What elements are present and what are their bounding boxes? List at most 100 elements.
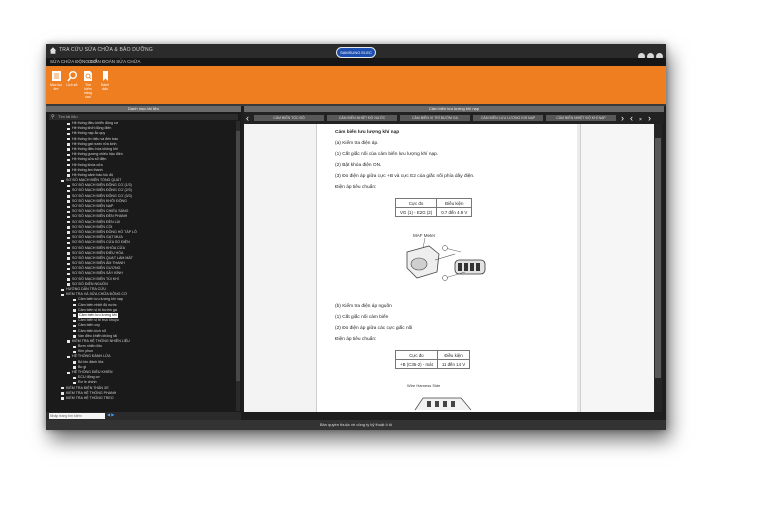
page-search-input[interactable]: Nhập trang tìm kiếm <box>49 413 105 419</box>
page-heading: Cảm biến lưu lượng khí nạp <box>335 130 400 135</box>
page-line-1: (a) Kiểm tra điện áp. <box>335 141 379 146</box>
tab-speed-sensor[interactable]: CẢM BIẾN TỐC ĐỘ <box>254 115 324 121</box>
spec-table-2-header-terminal: Cực đo <box>395 350 438 360</box>
tree-list: Hệ thống điều khiển động cơ Hệ thống khởi… <box>46 121 236 401</box>
page-search-bar: Nhập trang tìm kiếm ◀ ▶ <box>46 412 241 420</box>
menu-bar: SỬA CHỮA ĐỘNG CƠ CHẨN ĐOÁN SỬA CHỮA <box>46 58 666 66</box>
document-page: Cảm biến lưu lượng khí nạp (a) Kiểm tra … <box>317 124 577 412</box>
viewer-left-margin <box>244 124 317 412</box>
spec-table-1-header-condition: Điều kiện <box>436 198 473 208</box>
document-node-icon <box>67 158 70 162</box>
document-node-icon <box>67 272 70 276</box>
document-node-icon <box>61 392 64 395</box>
document-node-icon <box>73 381 76 385</box>
book-icon <box>51 71 61 81</box>
document-node-icon <box>67 164 70 167</box>
history-button[interactable]: Lịch sử <box>65 70 79 87</box>
spec-table-2-header-condition: Điều kiện <box>436 350 471 360</box>
tab-intake-air-temp-sensor[interactable]: CẢM BIẾN NHIỆT ĐỘ KHÍ NẠP <box>546 115 616 121</box>
document-viewer: Cảm biến lưu lượng khí nạp (a) Kiểm tra … <box>244 124 662 412</box>
spec-table-2: Cực đo Điều kiện +B (C35-2) - mát 11 đến 1… <box>395 350 471 369</box>
document-scroll-thumb[interactable] <box>655 138 661 378</box>
document-node-icon <box>67 184 70 188</box>
app-window: TRA CỨU SỬA CHỮA & BẢO DƯỠNG SAMSUNG ELE… <box>46 44 666 430</box>
home-icon[interactable] <box>49 46 57 55</box>
toolbar-ribbon: Mục lục tìm Lịch sử Tìm kiếm nâng cao Đá… <box>46 66 666 104</box>
tabs-last-icon[interactable]: › <box>648 113 651 123</box>
document-node-icon <box>73 330 76 333</box>
spec-table-1: Cực đo Điều kiện VG (1) - E2G (2) 0.7 đến … <box>394 198 473 217</box>
page-line-3: (2) Bật khóa điện ON. <box>335 163 382 168</box>
toc-button[interactable]: Mục lục tìm <box>49 70 63 91</box>
spec-table-2-value: 11 đến 14 V <box>436 359 471 369</box>
tree-search-placeholder: Tìm tài liệu <box>58 114 78 119</box>
document-node-icon <box>67 200 70 203</box>
tree-scroll-thumb[interactable] <box>236 131 240 381</box>
toc-label: Mục lục tìm <box>49 83 63 91</box>
document-search-icon <box>83 71 92 81</box>
document-node-icon <box>67 215 70 219</box>
spec-table-1-header-terminal: Cực đo <box>394 198 438 208</box>
document-node-icon <box>73 376 76 380</box>
document-node-icon <box>67 231 70 234</box>
page-nav-arrows-icon[interactable]: ◀ ▶ <box>107 412 114 417</box>
document-node-icon <box>73 324 76 328</box>
document-node-icon <box>67 174 70 177</box>
document-node-icon <box>67 267 70 271</box>
spec-table-1-value: 0.7 đến 4.9 V <box>436 207 473 217</box>
document-node-icon <box>73 314 76 317</box>
tabs-prev-icon[interactable]: ‹ <box>246 113 249 123</box>
document-node-icon <box>73 366 76 369</box>
document-scrollbar[interactable] <box>654 124 662 412</box>
tab-airflow-sensor[interactable]: CẢM BIẾN LƯU LƯỢNG KHÍ NẠP <box>473 115 543 121</box>
status-bar: Bản quyền thuộc về công ty kỹ thuật ô tô <box>46 420 666 430</box>
wire-harness-figure: Wire Harness Side <box>407 383 472 411</box>
maf-meter-label: MAF Meter <box>413 233 436 238</box>
document-node-icon <box>67 283 70 286</box>
document-node-icon <box>67 122 70 125</box>
spec-table-1-terminal: VG (1) - E2G (2) <box>394 207 438 217</box>
tree-scrollbar[interactable] <box>236 121 240 411</box>
document-node-icon <box>73 319 76 323</box>
tab-throttle-position-sensor[interactable]: CẢM BIẾN VỊ TRÍ BƯỚM GA <box>400 115 470 121</box>
history-label: Lịch sử <box>66 83 78 87</box>
tree-search-box[interactable]: ⚲ Tìm tài liệu <box>49 114 238 120</box>
search-icon: ⚲ <box>51 114 55 120</box>
advanced-search-label: Tìm kiếm nâng cao <box>84 83 92 99</box>
document-node-icon <box>73 350 76 354</box>
document-tabs: ‹ CẢM BIẾN TỐC ĐỘ CẢM BIẾN NHIỆT ĐỘ NƯỚC… <box>244 112 664 124</box>
document-node-icon <box>67 221 70 224</box>
document-node-icon <box>67 262 70 265</box>
document-node-icon <box>67 247 70 250</box>
document-node-icon <box>73 361 76 364</box>
advanced-search-button[interactable]: Tìm kiếm nâng cao <box>81 70 95 99</box>
document-node-icon <box>67 143 70 146</box>
document-node-icon <box>61 293 64 297</box>
document-node-icon <box>67 210 70 214</box>
document-node-icon <box>67 371 70 374</box>
brand-logo: SAMSUNG ELEC <box>336 47 376 58</box>
document-node-icon <box>73 304 76 307</box>
page-line-6: (b) Kiểm tra điện áp nguồn <box>335 304 392 309</box>
tabs-next-icon[interactable]: › <box>621 113 624 123</box>
document-node-icon <box>61 387 64 390</box>
bookmark-icon <box>102 71 108 81</box>
document-node-icon <box>67 241 70 245</box>
page-line-4: (3) Đo điện áp giữa cực +B và cực E2 của… <box>335 174 475 179</box>
spec-table-2-terminal: +B (C35-2) - mát <box>395 359 438 369</box>
document-node-icon <box>73 309 76 312</box>
document-node-icon <box>67 355 70 359</box>
menu-item-diagnosis[interactable]: CHẨN ĐOÁN SỬA CHỮA <box>88 59 140 64</box>
tree-item-label: KIỂM TRA HỆ THỐNG TREO <box>66 395 114 400</box>
document-node-icon <box>61 179 64 182</box>
wire-harness-label: Wire Harness Side <box>407 383 441 388</box>
document-node-icon <box>67 257 70 260</box>
tabs-first-icon[interactable]: ‹ <box>630 113 633 123</box>
tree-item[interactable]: KIỂM TRA HỆ THỐNG TREO <box>46 396 236 401</box>
document-node-icon <box>61 288 64 291</box>
bookmark-button[interactable]: Đánh dấu <box>98 70 112 91</box>
page-line-2: (1) Cắt giắc nối của cảm biến lưu lượng … <box>335 152 439 157</box>
page-line-8: (2) Đo điện áp giữa các cực giắc nối <box>335 326 413 331</box>
document-node-icon <box>73 298 76 302</box>
tab-coolant-temp-sensor[interactable]: CẢM BIẾN NHIỆT ĐỘ NƯỚC <box>327 115 397 121</box>
